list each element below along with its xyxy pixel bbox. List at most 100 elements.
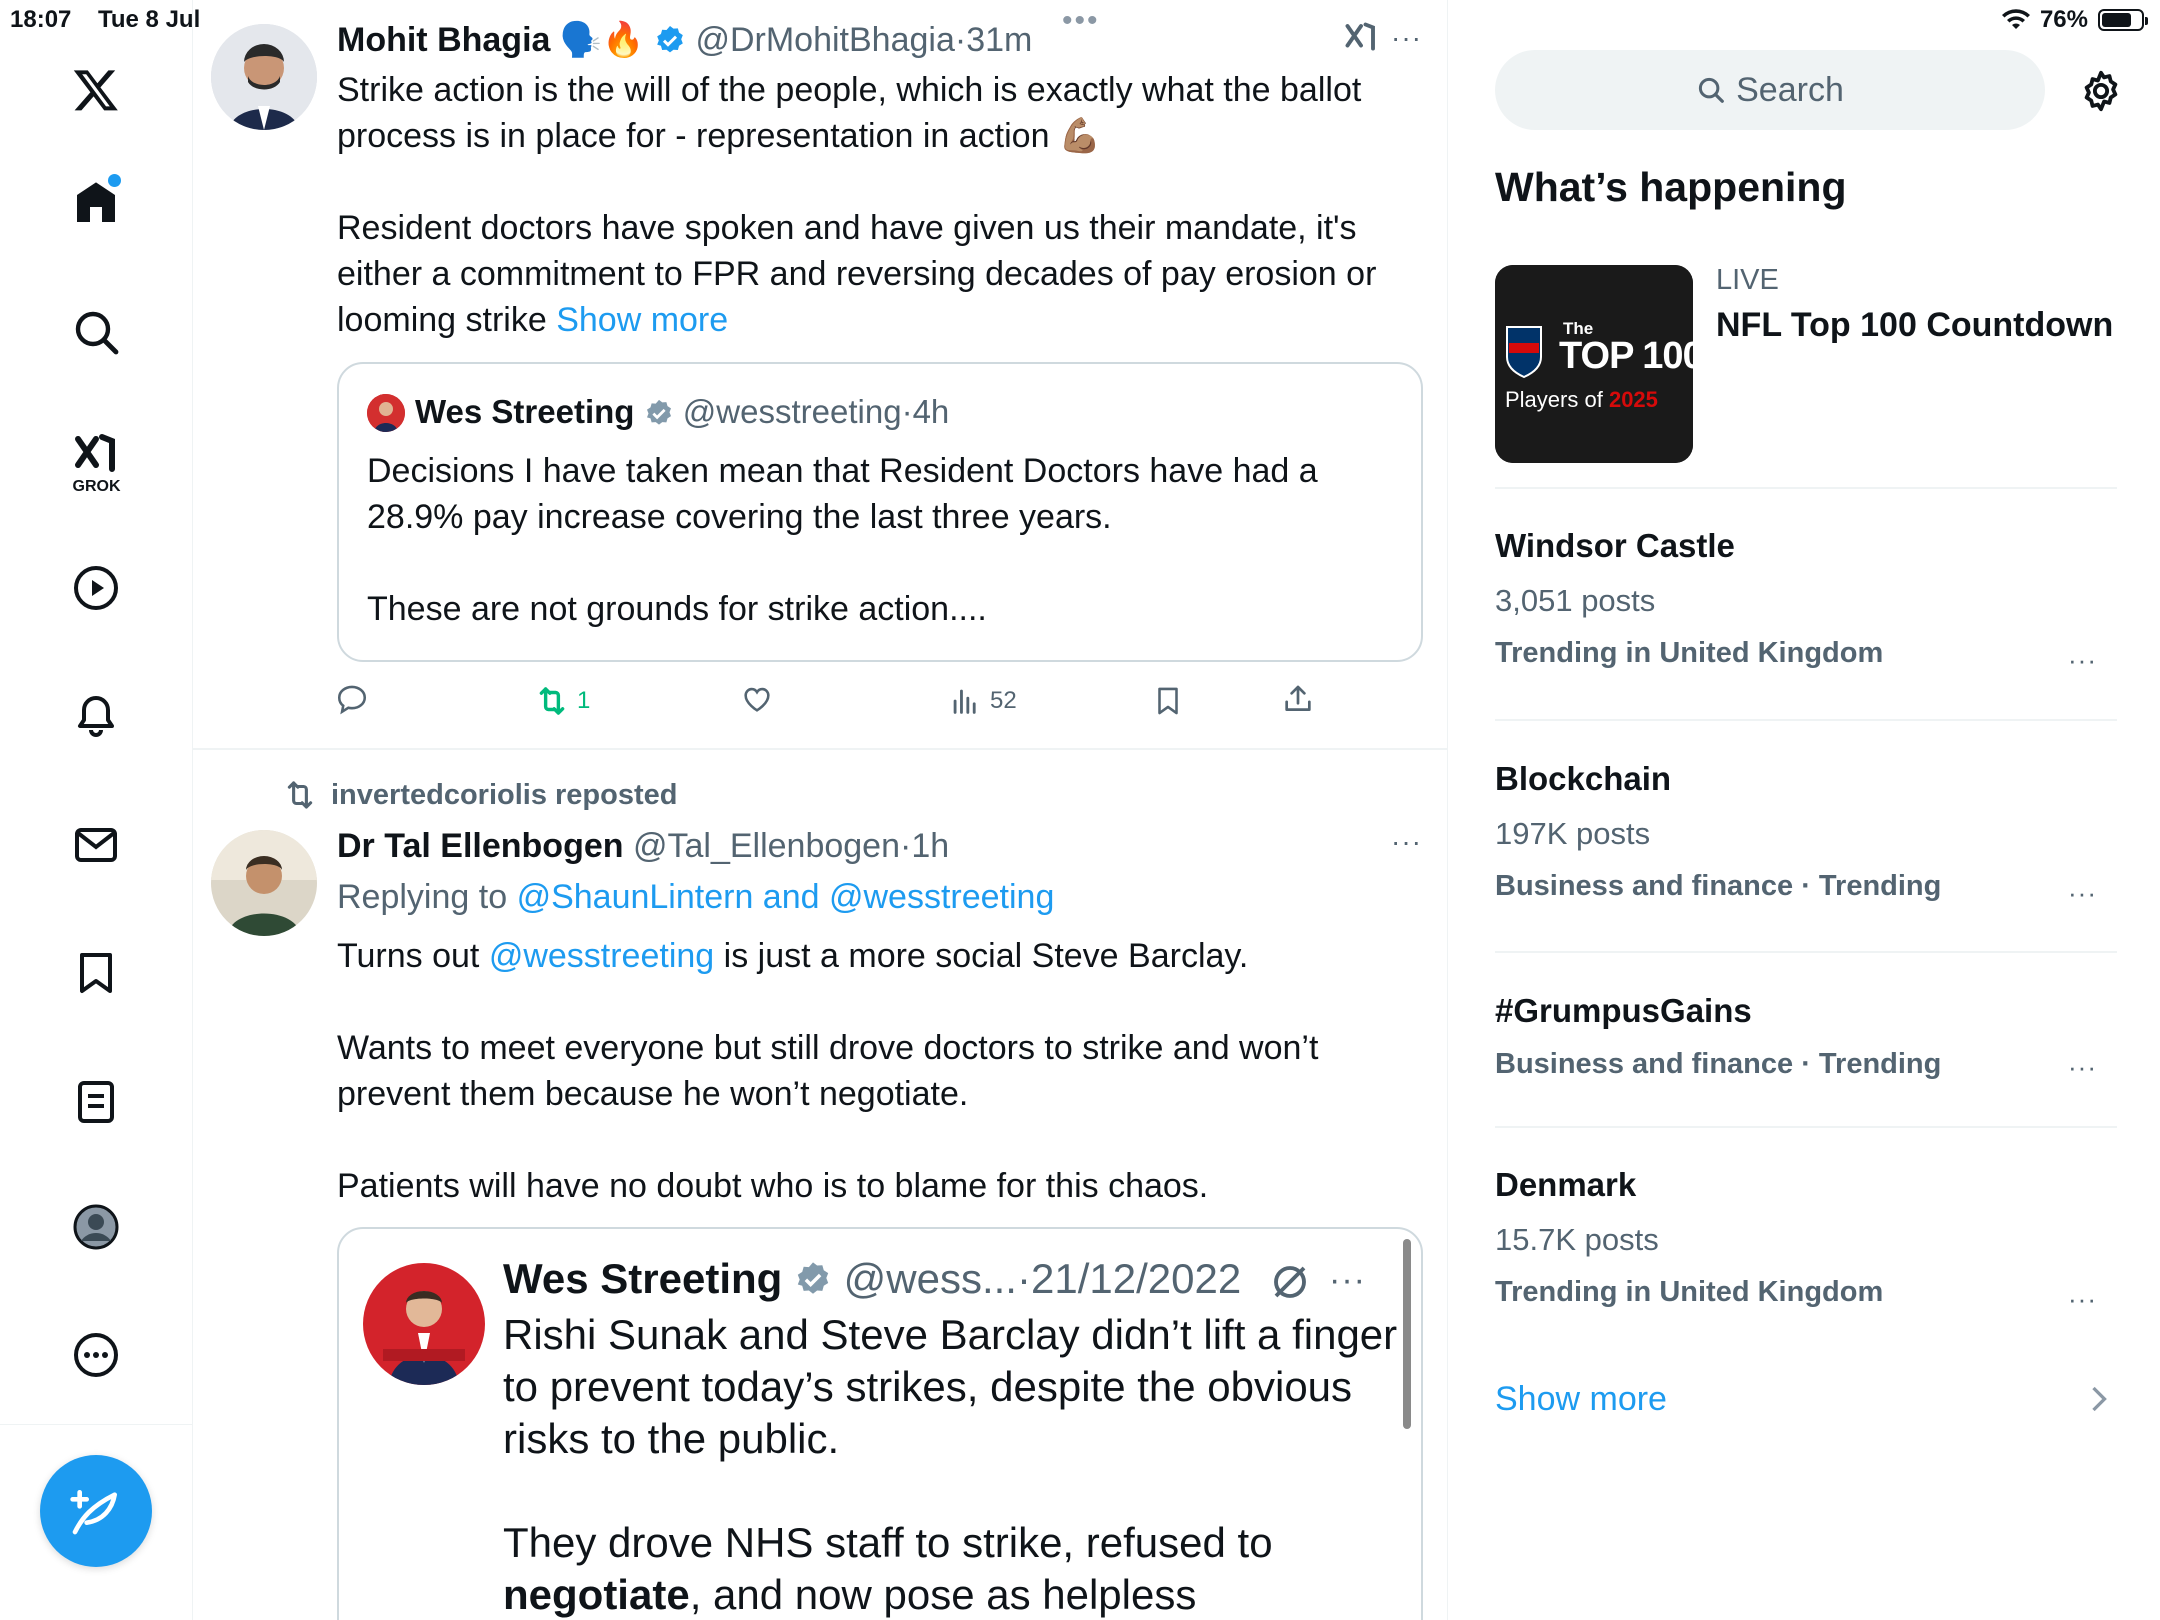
trend-divider bbox=[1495, 719, 2117, 721]
like-button[interactable] bbox=[740, 682, 774, 716]
trend-item[interactable]: Windsor Castle 3,051 posts Trending in U… bbox=[1495, 527, 1883, 670]
reply-button[interactable] bbox=[335, 682, 369, 716]
avatar[interactable] bbox=[211, 24, 317, 130]
whats-happening-heading: What’s happening bbox=[1495, 164, 1847, 210]
trend-divider bbox=[1495, 487, 2117, 489]
quoted-tweet[interactable]: Wes Streeting @wesstreeting·4h Decisions… bbox=[337, 362, 1423, 662]
trend-more-icon[interactable]: ··· bbox=[2068, 1284, 2097, 1315]
show-more-link[interactable]: Show more bbox=[556, 301, 728, 339]
author-handle[interactable]: @DrMohitBhagia bbox=[695, 21, 954, 59]
quoted-text: Rishi Sunak and Steve Barclay didn’t lif… bbox=[503, 1309, 1403, 1620]
tweet-line: Resident doctors have spoken and have gi… bbox=[337, 209, 1357, 247]
trend-title: #GrumpusGains bbox=[1495, 992, 1752, 1029]
author-handle[interactable]: @Tal_Ellenbogen bbox=[633, 827, 900, 865]
tweet-line: Strike action is the will of the people,… bbox=[337, 71, 1362, 109]
author-name[interactable]: Dr Tal Ellenbogen bbox=[337, 827, 624, 865]
bookmark-icon bbox=[1158, 687, 1178, 715]
trend-item[interactable]: #GrumpusGains Business and finance · Tre… bbox=[1495, 992, 1941, 1081]
quoted-author-handle: @wess... bbox=[843, 1255, 1017, 1302]
quoted-tweet[interactable]: Wes Streeting @wess...·21/12/2022 ··· Ri… bbox=[337, 1227, 1423, 1620]
retweet-icon bbox=[539, 687, 565, 715]
tweet-more-icon[interactable]: ··· bbox=[1391, 826, 1422, 858]
trend-item[interactable]: Blockchain 197K posts Business and finan… bbox=[1495, 760, 1941, 903]
compose-button[interactable] bbox=[40, 1455, 152, 1567]
chevron-right-icon bbox=[2088, 1384, 2110, 1419]
thumb-year: 2025 bbox=[1608, 387, 1658, 412]
tweet-line: Turns out bbox=[337, 937, 480, 975]
quoted-bold-word: negotiate bbox=[503, 1571, 690, 1618]
author-name[interactable]: Mohit Bhagia bbox=[337, 21, 550, 59]
lists-icon[interactable] bbox=[66, 1072, 126, 1132]
search-icon[interactable] bbox=[66, 302, 126, 362]
scrollbar-thumb[interactable] bbox=[1403, 1239, 1411, 1429]
trend-title: Blockchain bbox=[1495, 760, 1672, 797]
tweet-text: Turns out @wesstreeting is just a more s… bbox=[337, 933, 1397, 1209]
trend-more-icon[interactable]: ··· bbox=[2068, 645, 2097, 676]
quoted-line: These are not grounds for strike action.… bbox=[367, 590, 987, 628]
views-button[interactable]: 52 bbox=[948, 684, 1017, 718]
grok-explain-icon[interactable] bbox=[1269, 1261, 1311, 1308]
quoted-avatar bbox=[367, 394, 405, 432]
video-icon[interactable] bbox=[66, 558, 126, 618]
quoted-line: to prevent today’s strikes, despite the … bbox=[503, 1363, 1353, 1410]
replying-prefix: Replying to bbox=[337, 878, 508, 916]
timeline: Mohit Bhagia 🗣️🔥 @DrMohitBhagia·31m ··· … bbox=[193, 0, 1448, 1620]
author-emojis: 🗣️🔥 bbox=[559, 21, 645, 59]
thumb-sub: Players of 2025 bbox=[1505, 387, 1658, 413]
bookmarks-icon[interactable] bbox=[66, 943, 126, 1003]
notifications-icon[interactable] bbox=[66, 686, 126, 746]
grok-icon[interactable] bbox=[66, 425, 126, 485]
retweet-icon bbox=[287, 781, 313, 809]
replying-mentions-link[interactable]: @ShaunLintern and @wesstreeting bbox=[517, 878, 1055, 916]
tweet-divider bbox=[193, 748, 1447, 750]
trend-meta: Trending in United Kingdom bbox=[1495, 1276, 1884, 1308]
avatar[interactable] bbox=[211, 830, 317, 936]
show-more-trends-link[interactable]: Show more bbox=[1495, 1380, 1667, 1419]
share-button[interactable] bbox=[1281, 682, 1315, 716]
reposted-by-label: invertedcoriolis reposted bbox=[331, 778, 678, 811]
trend-more-icon[interactable]: ··· bbox=[2068, 1052, 2097, 1083]
grok-explain-icon[interactable] bbox=[1343, 20, 1379, 61]
quoted-line: 28.9% pay increase covering the last thr… bbox=[367, 498, 1112, 536]
live-label: LIVE bbox=[1716, 264, 1779, 296]
trend-meta: Business and finance · Trending bbox=[1495, 870, 1942, 902]
views-count: 52 bbox=[990, 687, 1017, 714]
messages-icon[interactable] bbox=[66, 815, 126, 875]
tweet-line: is just a more social Steve Barclay. bbox=[723, 937, 1249, 975]
tweet-time[interactable]: 1h bbox=[911, 827, 949, 865]
verified-badge-icon bbox=[646, 399, 671, 425]
verified-badge-icon bbox=[657, 26, 683, 53]
separator-dot: · bbox=[900, 827, 912, 865]
quoted-line: They drove NHS staff to strike, refused … bbox=[503, 1519, 1273, 1566]
tweet-line: Patients will have no doubt who is to bl… bbox=[337, 1167, 1209, 1205]
share-icon bbox=[1285, 685, 1311, 711]
quoted-avatar bbox=[363, 1263, 485, 1385]
tweet-line: process is in place for - representation… bbox=[337, 117, 1102, 155]
repost-context[interactable]: invertedcoriolis reposted bbox=[283, 778, 678, 812]
quoted-line: risks to the public. bbox=[503, 1415, 840, 1462]
featured-thumbnail[interactable]: The TOP 100 Players of 2025 bbox=[1495, 265, 1693, 463]
tweet-header: Mohit Bhagia 🗣️🔥 @DrMohitBhagia·31m bbox=[337, 18, 1032, 62]
retweet-button[interactable]: 1 bbox=[535, 684, 590, 718]
trend-divider bbox=[1495, 1126, 2117, 1128]
mention-link[interactable]: @wesstreeting bbox=[489, 937, 714, 975]
featured-title[interactable]: NFL Top 100 Countdown bbox=[1716, 306, 2113, 345]
grok-label: GROK bbox=[72, 478, 121, 495]
heart-icon bbox=[744, 687, 770, 712]
trend-more-icon[interactable]: ··· bbox=[2068, 878, 2097, 909]
search-input[interactable]: Search bbox=[1495, 50, 2045, 130]
tweet-more-icon[interactable]: ··· bbox=[1391, 22, 1422, 54]
bookmark-button[interactable] bbox=[1151, 684, 1185, 718]
search-placeholder: Search bbox=[1736, 70, 1844, 109]
quoted-line: , and now pose as helpless bbox=[689, 1571, 1197, 1618]
quoted-more-icon[interactable]: ··· bbox=[1329, 1261, 1366, 1300]
quoted-author-handle: @wesstreeting bbox=[682, 393, 902, 430]
settings-gear-icon[interactable] bbox=[2078, 68, 2124, 119]
trend-item[interactable]: Denmark 15.7K posts Trending in United K… bbox=[1495, 1166, 1883, 1309]
profile-icon[interactable] bbox=[66, 1197, 126, 1257]
x-logo-icon[interactable] bbox=[66, 60, 126, 120]
tweet-time[interactable]: 31m bbox=[966, 21, 1032, 59]
thumb-players: Players of bbox=[1505, 387, 1603, 412]
retweet-count: 1 bbox=[577, 687, 591, 714]
more-icon[interactable] bbox=[66, 1325, 126, 1385]
